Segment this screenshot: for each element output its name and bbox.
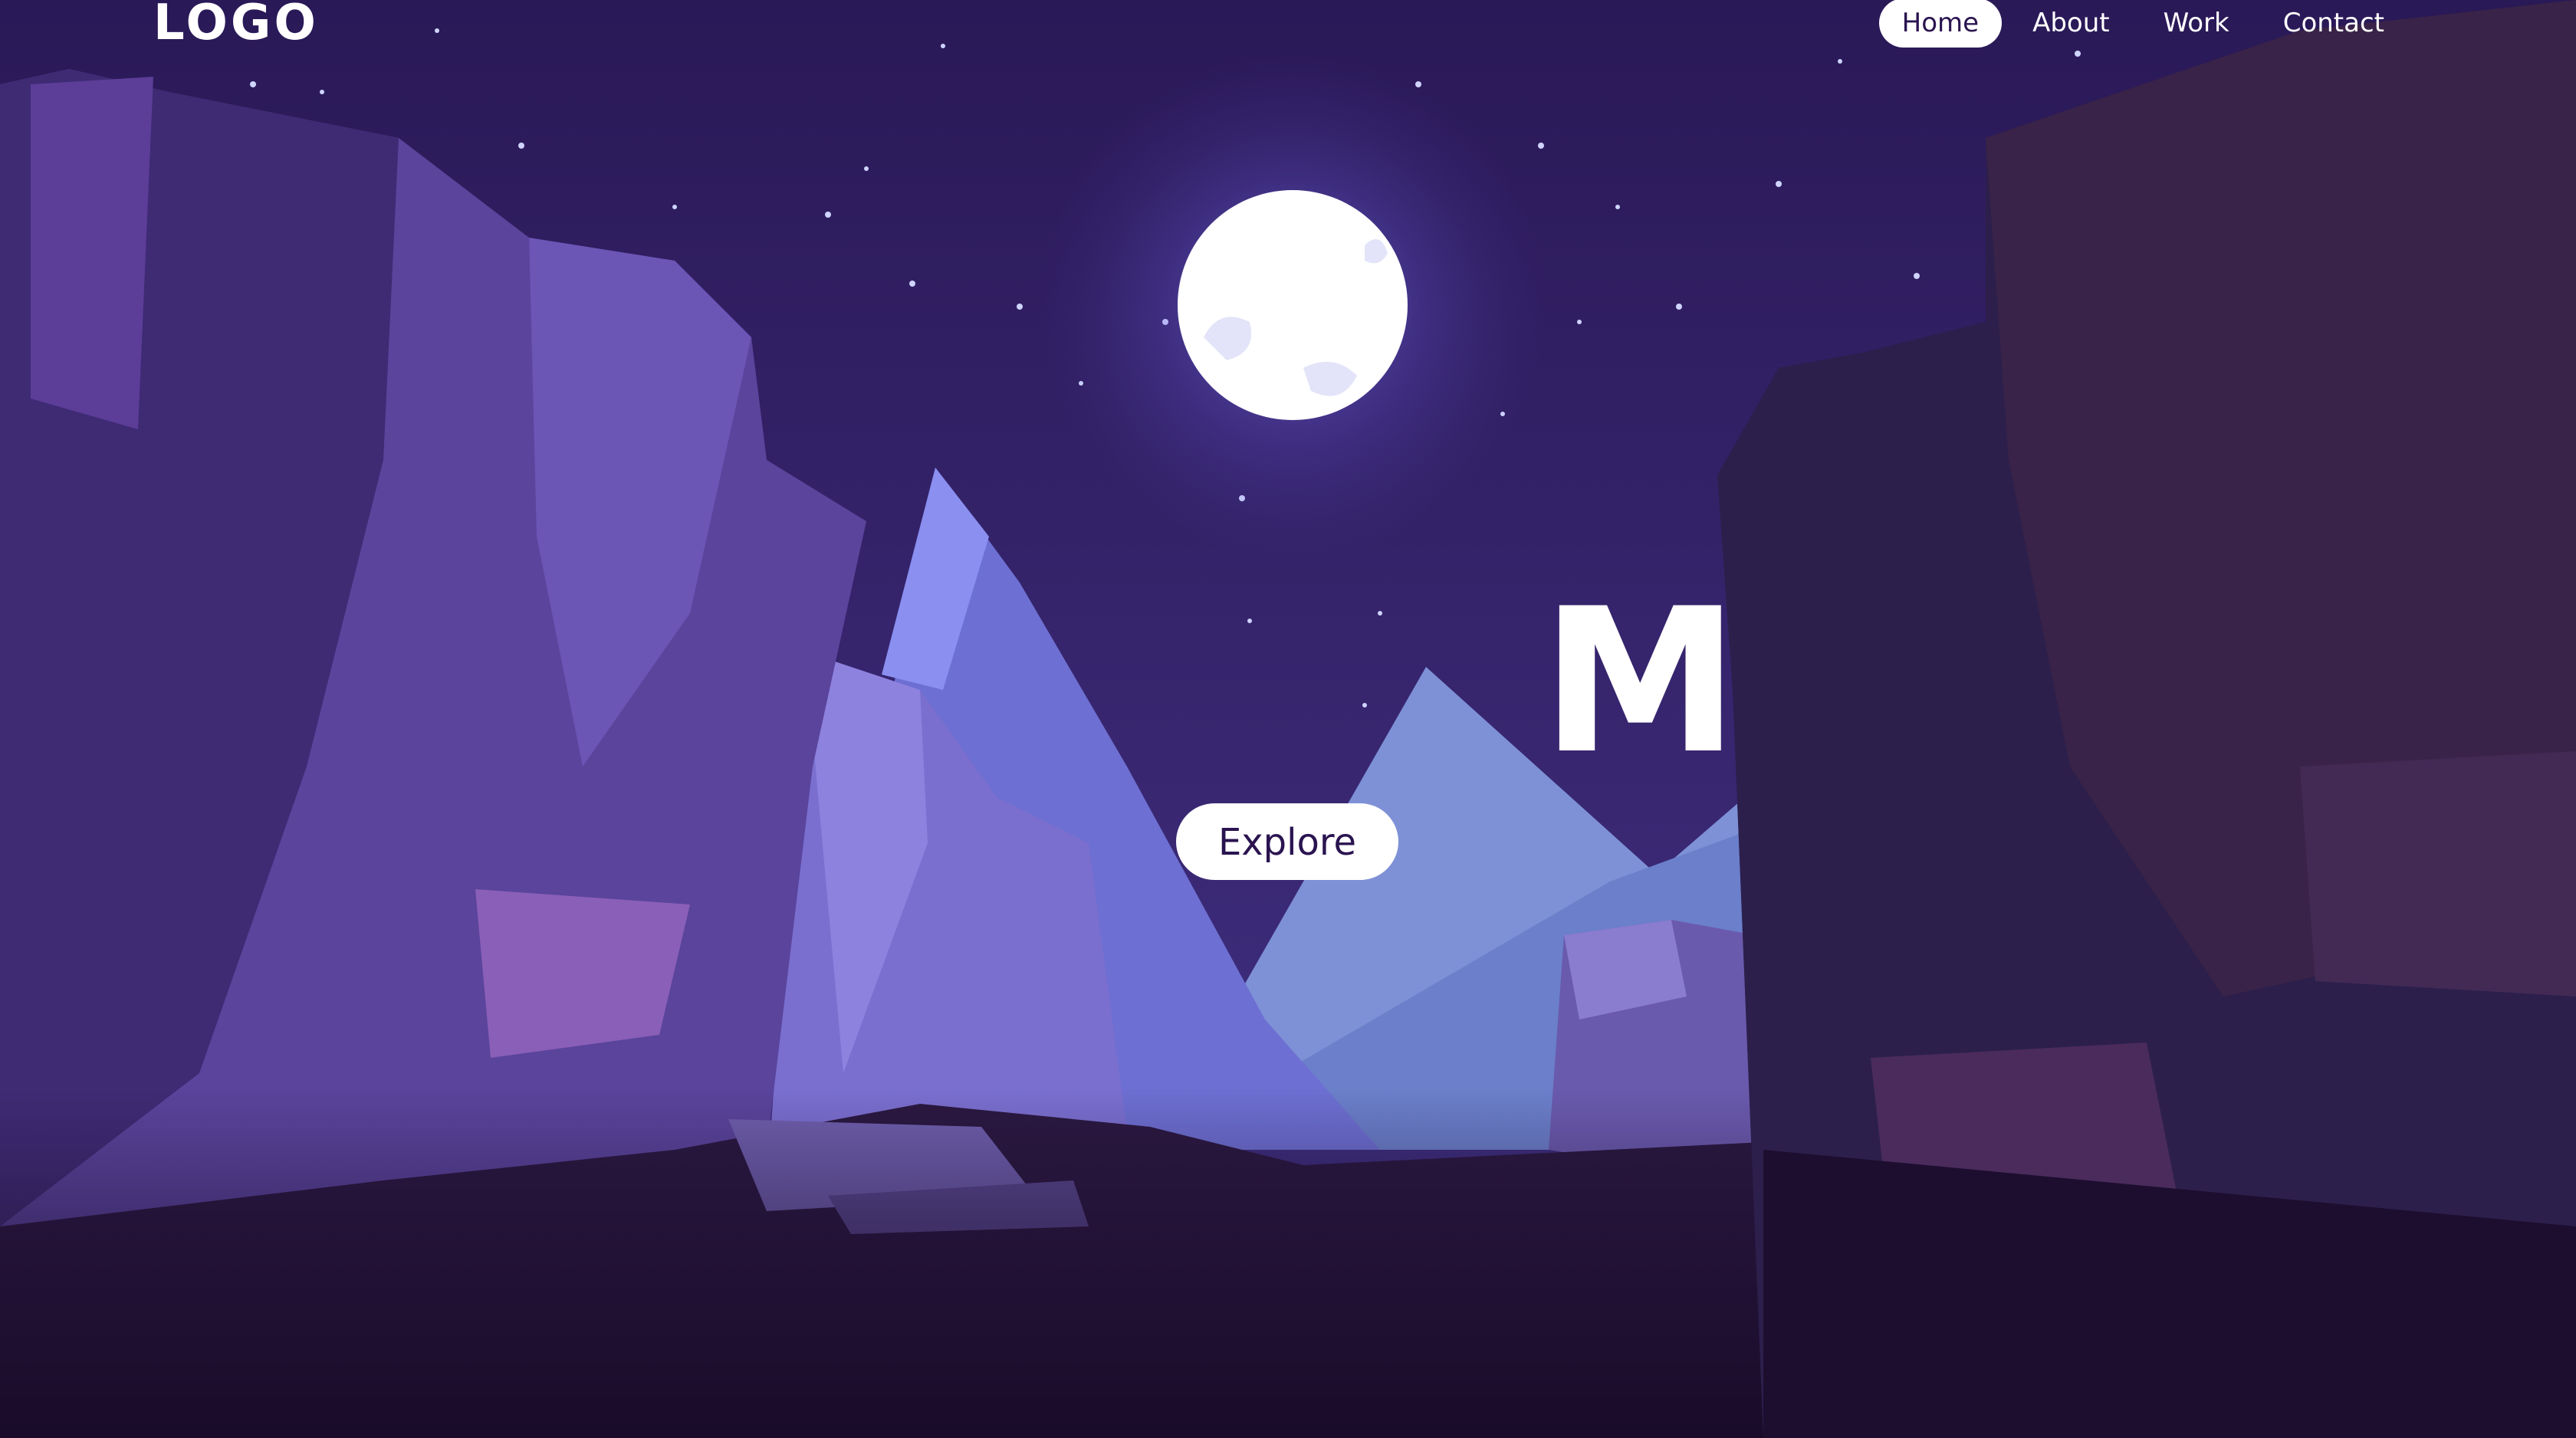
site-header: LOGO Home About Work Contact	[0, 0, 2576, 61]
nav-about-link[interactable]: About	[2009, 0, 2133, 48]
explore-button[interactable]: Explore	[1176, 803, 1398, 880]
hero-title: Mo	[1541, 566, 1871, 798]
moon	[1178, 190, 1408, 420]
bottom-fade	[0, 1088, 2576, 1438]
logo[interactable]: LOGO	[153, 0, 319, 54]
nav-work-link[interactable]: Work	[2141, 0, 2252, 48]
night-canyon-illustration	[0, 0, 2576, 1438]
nav-contact-link[interactable]: Contact	[2260, 0, 2407, 48]
main-nav: Home About Work Contact	[1878, 0, 2407, 48]
hero-section: LOGO Home About Work Contact Mo Explore	[0, 0, 2576, 1438]
nav-home-link[interactable]: Home	[1878, 0, 2003, 48]
